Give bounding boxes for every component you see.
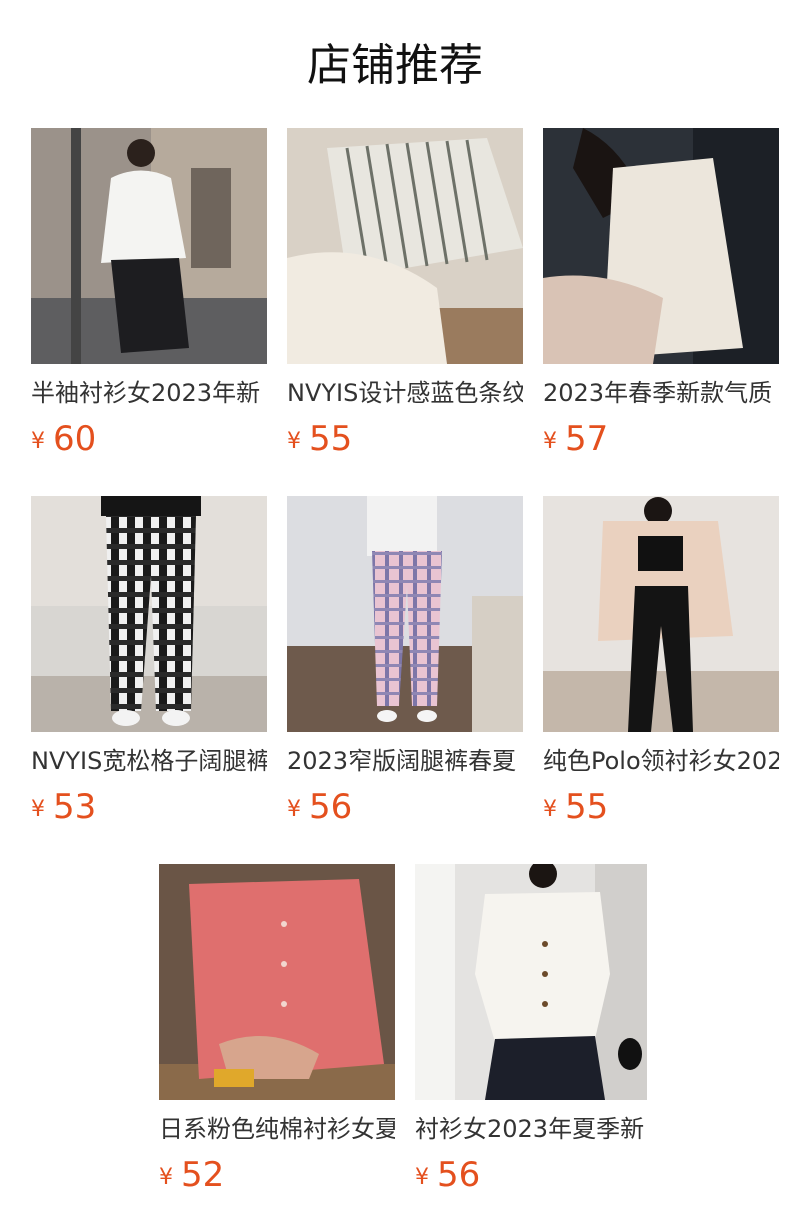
- product-image[interactable]: [31, 128, 267, 364]
- currency-symbol: ¥: [543, 429, 557, 454]
- price-value: 57: [565, 419, 609, 459]
- product-name[interactable]: 2023窄版阔腿裤春夏: [287, 746, 523, 776]
- product-price: ¥52: [159, 1154, 395, 1196]
- price-value: 55: [309, 419, 353, 459]
- product-card[interactable]: 日系粉色纯棉衬衫女夏 ¥52: [159, 864, 395, 1196]
- product-name[interactable]: NVYIS设计感蓝色条纹: [287, 378, 523, 408]
- currency-symbol: ¥: [159, 1165, 173, 1190]
- product-image[interactable]: [543, 496, 779, 732]
- currency-symbol: ¥: [31, 797, 45, 822]
- product-image[interactable]: [31, 496, 267, 732]
- price-value: 53: [53, 787, 97, 827]
- product-image[interactable]: [415, 864, 647, 1100]
- product-name[interactable]: NVYIS宽松格子阔腿裤: [31, 746, 267, 776]
- product-price: ¥60: [31, 418, 267, 460]
- product-price: ¥56: [415, 1154, 651, 1196]
- product-image[interactable]: [159, 864, 395, 1100]
- product-price: ¥53: [31, 786, 267, 828]
- product-image[interactable]: [287, 496, 523, 732]
- price-value: 56: [437, 1155, 481, 1195]
- product-card[interactable]: NVYIS设计感蓝色条纹 ¥55: [287, 128, 523, 460]
- product-card[interactable]: 2023年春季新款气质 ¥57: [543, 128, 779, 460]
- section-title: 店铺推荐: [307, 40, 483, 91]
- product-card[interactable]: 纯色Polo领衬衫女2023 ¥55: [543, 496, 779, 828]
- product-name[interactable]: 半袖衬衫女2023年新: [31, 378, 267, 408]
- product-price: ¥57: [543, 418, 779, 460]
- product-card[interactable]: 衬衫女2023年夏季新 ¥56: [415, 864, 651, 1196]
- price-value: 52: [181, 1155, 225, 1195]
- currency-symbol: ¥: [287, 797, 301, 822]
- currency-symbol: ¥: [543, 797, 557, 822]
- product-price: ¥56: [287, 786, 523, 828]
- currency-symbol: ¥: [287, 429, 301, 454]
- product-price: ¥55: [543, 786, 779, 828]
- product-name[interactable]: 日系粉色纯棉衬衫女夏: [159, 1114, 395, 1144]
- currency-symbol: ¥: [31, 429, 45, 454]
- price-value: 56: [309, 787, 353, 827]
- product-card[interactable]: 2023窄版阔腿裤春夏 ¥56: [287, 496, 523, 828]
- product-name[interactable]: 衬衫女2023年夏季新: [415, 1114, 651, 1144]
- product-card[interactable]: NVYIS宽松格子阔腿裤 ¥53: [31, 496, 267, 828]
- currency-symbol: ¥: [415, 1165, 429, 1190]
- price-value: 60: [53, 419, 97, 459]
- product-image[interactable]: [287, 128, 523, 364]
- price-value: 55: [565, 787, 609, 827]
- product-price: ¥55: [287, 418, 523, 460]
- product-name[interactable]: 2023年春季新款气质: [543, 378, 779, 408]
- product-name[interactable]: 纯色Polo领衬衫女2023: [543, 746, 779, 776]
- product-image[interactable]: [543, 128, 779, 364]
- product-card[interactable]: 半袖衬衫女2023年新 ¥60: [31, 128, 267, 460]
